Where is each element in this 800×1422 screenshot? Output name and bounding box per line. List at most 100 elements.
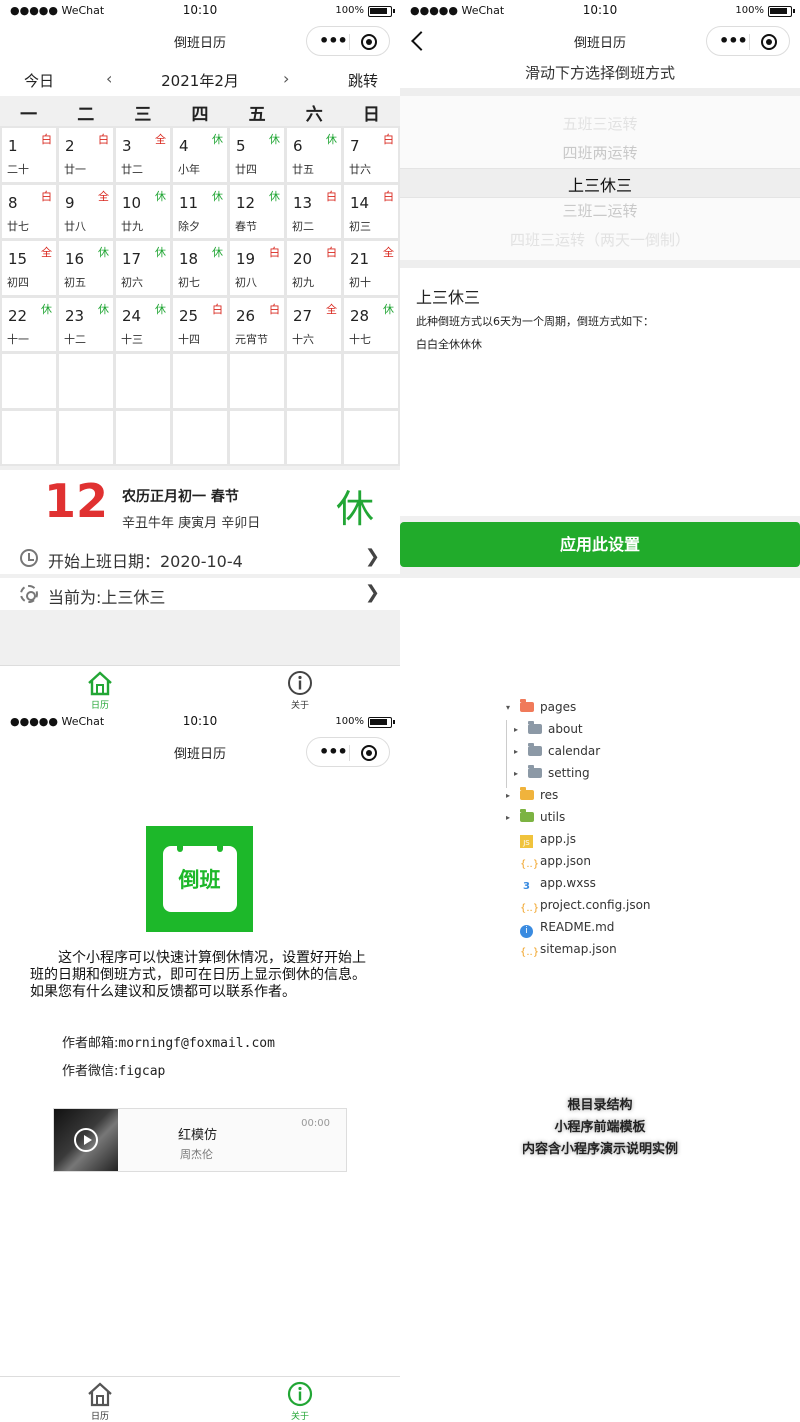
calendar-day-cell[interactable]: 9 廿八 全 [59,184,113,238]
jump-button[interactable]: 跳转 [348,70,378,91]
day-detail: 12 农历正月初一 春节 辛丑牛年 庚寅月 辛卯日 休 [0,466,400,540]
tree-node-label: utils [540,810,566,824]
calendar-day-cell[interactable]: 19 初八 白 [230,241,284,295]
tree-node-sitemap-json[interactable]: {..}sitemap.json [520,942,617,960]
calendar-day-cell[interactable]: 25 十四 白 [173,297,227,351]
calendar-day-cell[interactable]: 27 十六 全 [287,297,341,351]
picker-option[interactable]: 四班两运转 [400,142,800,163]
close-target-icon[interactable] [361,34,377,50]
more-icon[interactable]: ••• [319,742,348,761]
more-icon[interactable]: ••• [719,31,748,50]
caret-right-icon[interactable]: ▸ [506,813,510,822]
lunar-label: 初三 [349,219,371,233]
lunar-label: 初五 [64,276,86,289]
shift-tag: 白 [98,133,109,146]
picker-option[interactable]: 四班三运转（两天一倒制） [400,229,800,250]
shift-tag: 白 [41,189,52,203]
lunar-label: 廿六 [349,163,371,176]
tab-calendar[interactable]: 日历 [0,1381,200,1422]
calendar-day-cell[interactable]: 17 初六 休 [116,241,170,295]
caret-right-icon[interactable]: ▸ [514,747,518,756]
calendar-empty-cell [230,354,284,408]
tree-node-about[interactable]: ▸ about [514,721,583,740]
picker-option[interactable]: 五班三运转 [400,113,800,134]
shift-tag: 全 [383,246,394,259]
calendar-empty-cell [116,410,170,464]
calendar-day-cell[interactable]: 16 初五 休 [59,241,113,295]
day-number: 21 [350,250,370,268]
day-number: 26 [236,306,256,325]
calendar-day-cell[interactable]: 26 元宵节 白 [230,297,284,351]
caret-down-icon[interactable]: ▾ [506,703,510,712]
weekday-label: 一 [20,105,38,125]
caret-right-icon[interactable]: ▸ [506,791,510,800]
calendar-day-cell[interactable]: 3 廿二 全 [116,128,170,182]
tree-node-pages[interactable]: ▾ pages [506,699,576,718]
start-date-row[interactable]: 开始上班日期：2020-10-4 ❯ [0,542,400,574]
shift-tag: 休 [269,133,280,146]
calendar-empty-cell [116,354,170,408]
tree-node-app-wxss[interactable]: 3 app.wxss [520,876,596,894]
calendar-day-cell[interactable]: 12 春节 休 [230,184,284,238]
caption-line: 根目录结构 [567,1098,633,1113]
calendar-day-cell[interactable]: 13 初二 白 [287,184,341,238]
calendar-day-cell[interactable]: 5 廿四 休 [230,128,284,182]
tree-node-readme-md[interactable]: i README.md [520,920,614,938]
tab-calendar[interactable]: 日历 [0,670,200,711]
day-number: 20 [293,250,313,268]
calendar-day-cell[interactable]: 18 初七 休 [173,241,227,295]
calendar-day-cell[interactable]: 28 十七 休 [344,297,398,351]
calendar-day-cell[interactable]: 15 初四 全 [2,241,56,295]
calendar-day-cell[interactable]: 2 廿一 白 [59,128,113,182]
calendar-day-cell[interactable]: 24 十三 休 [116,297,170,351]
play-icon[interactable] [74,1128,98,1152]
calendar-day-cell[interactable]: 10 廿九 休 [116,184,170,238]
email-value[interactable]: morningf@foxmail.com [118,1036,275,1051]
shift-tag: 休 [326,133,337,146]
day-number: 7 [350,137,360,155]
shift-mode-row[interactable]: 当前为:上三休三 ❯ [0,578,400,610]
tree-node-setting[interactable]: ▸ setting [514,765,590,784]
lunar-label: 初七 [178,276,200,289]
shift-picker[interactable]: 五班三运转四班两运转上三休三三班二运转四班三运转（两天一倒制） [400,88,800,268]
calendar-day-cell[interactable]: 20 初九 白 [287,241,341,295]
tree-node-app-json[interactable]: {..}app.json [520,854,591,872]
picker-option[interactable]: 上三休三 [400,172,800,196]
calendar-day-cell[interactable]: 21 初十 全 [344,241,398,295]
apply-button[interactable]: 应用此设置 [400,522,800,567]
calendar-day-cell[interactable]: 8 廿七 白 [2,184,56,238]
lunar-label: 廿九 [121,219,143,233]
tree-node-label: README.md [540,920,615,934]
calendar-day-cell[interactable]: 7 廿六 白 [344,128,398,182]
next-month-icon[interactable]: › [283,69,289,88]
close-target-icon[interactable] [761,34,777,50]
tab-about[interactable]: 关于 [200,1381,400,1422]
home-icon [88,1382,112,1407]
mini-program-capsule: ••• [706,26,790,56]
tree-node-app-js[interactable]: JS app.js [520,832,576,850]
calendar-day-cell[interactable]: 4 小年 休 [173,128,227,182]
close-target-icon[interactable] [361,745,377,761]
shift-tag: 全 [326,302,337,316]
caret-right-icon[interactable]: ▸ [514,769,518,778]
more-icon[interactable]: ••• [319,31,348,50]
tab-bar: 日历 关于 [0,665,400,711]
caption-line: 内容含小程序演示说明实例 [521,1142,678,1157]
calendar-day-cell[interactable]: 22 十一 休 [2,297,56,351]
json-file-icon: {..} [520,947,540,958]
calendar-day-cell[interactable]: 14 初三 白 [344,184,398,238]
tree-node-project-config-json[interactable]: {..}project.config.json [520,898,651,916]
caret-right-icon[interactable]: ▸ [514,725,518,734]
shift-tag: 白 [383,133,394,146]
calendar-day-cell[interactable]: 1 二十 白 [2,128,56,182]
tree-node-calendar[interactable]: ▸ calendar [514,743,600,762]
calendar-empty-cell [287,354,341,408]
lunar-label: 元宵节 [235,332,268,346]
picker-option[interactable]: 三班二运转 [400,200,800,221]
calendar-day-cell[interactable]: 6 廿五 休 [287,128,341,182]
tab-about[interactable]: 关于 [200,670,400,711]
tree-node-res[interactable]: ▸ res [506,787,558,806]
calendar-day-cell[interactable]: 11 除夕 休 [173,184,227,238]
tree-node-utils[interactable]: ▸ utils [506,809,566,828]
calendar-day-cell[interactable]: 23 十二 休 [59,297,113,351]
